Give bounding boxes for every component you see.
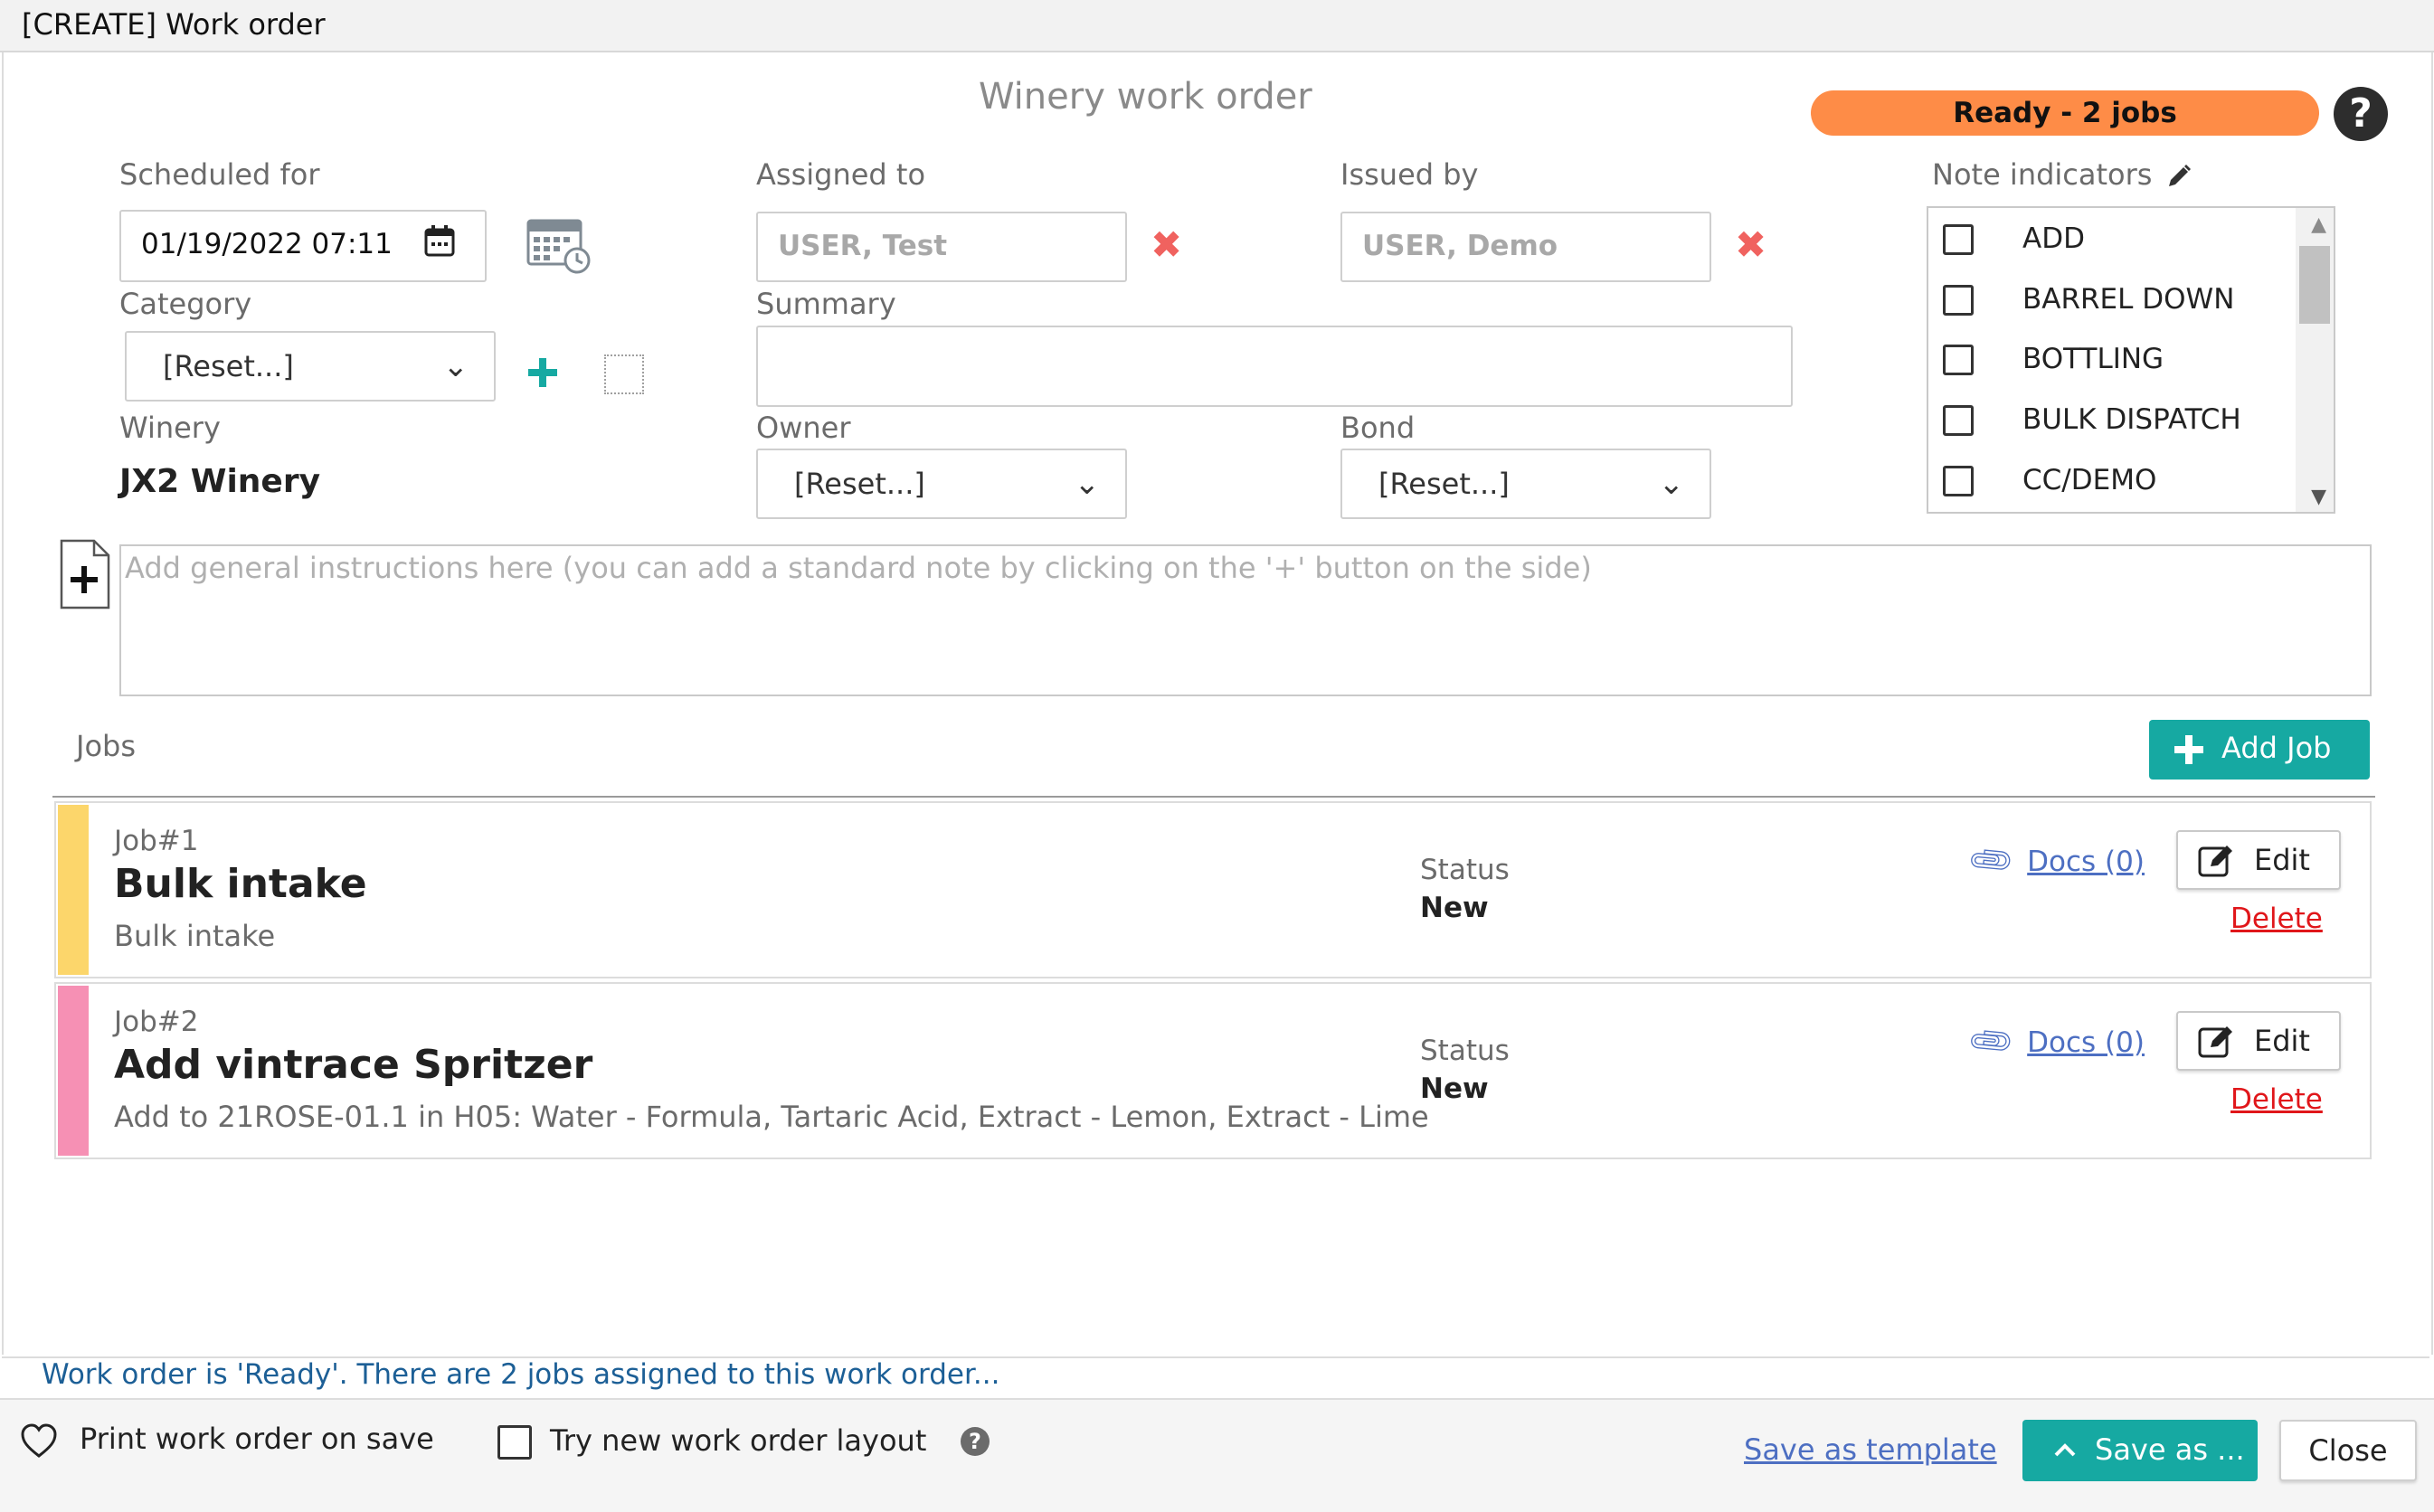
note-indicator-checkbox[interactable] [1943,345,1974,375]
job-title: Add vintrace Spritzer [114,1042,593,1088]
job-title: Bulk intake [114,861,367,907]
note-indicators-label: Note indicators [1932,157,2192,192]
layout-help-icon[interactable]: ? [961,1427,990,1456]
chevron-down-icon: ⌄ [1074,466,1101,502]
print-on-save-label[interactable]: Print work order on save [80,1422,434,1456]
schedule-calendar-icon[interactable] [526,215,592,275]
scheduled-for-value: 01/19/2022 07:11 [141,228,393,260]
category-label: Category [119,287,252,321]
job-docs-link[interactable]: 📎︎ Docs (0) [1965,835,2145,887]
job-status-value: New [1420,892,1489,924]
paperclip-icon: 📎︎ [1965,834,2018,888]
category-color-swatch[interactable] [604,354,644,394]
owner-label: Owner [756,411,851,445]
owner-select[interactable]: [Reset...] ⌄ [756,449,1127,519]
clear-assigned-icon[interactable]: ✖ [1151,222,1182,267]
bond-select[interactable]: [Reset...] ⌄ [1340,449,1711,519]
jobs-section-label: Jobs [76,729,136,763]
general-instructions-textarea[interactable]: Add general instructions here (you can a… [119,544,2372,696]
job-docs-link[interactable]: 📎︎ Docs (0) [1965,1016,2145,1068]
job-delete-link[interactable]: Delete [2230,1083,2323,1116]
status-message: Work order is 'Ready'. There are 2 jobs … [42,1358,1000,1391]
job-delete-link[interactable]: Delete [2230,902,2323,935]
note-indicator-checkbox[interactable] [1943,285,1974,316]
job-status-value: New [1420,1073,1489,1105]
paperclip-icon: 📎︎ [1965,1015,2018,1069]
summary-input[interactable] [756,326,1793,407]
add-standard-note-icon[interactable] [60,539,110,610]
note-indicators-list[interactable]: ADD BARREL DOWN BOTTLING BULK DISPATCH C… [1927,206,2335,514]
clear-issued-icon[interactable]: ✖ [1735,222,1766,267]
status-badge: Ready - 2 jobs [1811,90,2319,136]
job-number: Job#1 [114,825,199,857]
chevron-down-icon: ⌄ [442,348,469,384]
add-job-label: Add Job [2221,731,2332,765]
note-indicator-checkbox[interactable] [1943,224,1974,255]
bond-value: [Reset...] [1378,467,1510,501]
issued-by-input[interactable]: USER, Demo [1340,212,1711,282]
help-icon[interactable]: ? [2334,87,2388,141]
plus-icon [2174,735,2203,764]
note-list-scrollbar[interactable]: ▲ ▼ [2296,208,2334,512]
job-status-label: Status [1420,854,1510,886]
job-color-stripe [58,805,89,975]
winery-value: JX2 Winery [119,463,321,500]
date-picker-icon[interactable] [423,224,456,259]
instructions-placeholder: Add general instructions here (you can a… [125,551,1592,585]
close-button[interactable]: Close [2279,1420,2417,1481]
save-as-button[interactable]: Save as ... [2022,1420,2258,1481]
chevron-down-icon: ⌄ [1658,466,1685,502]
add-job-button[interactable]: Add Job [2149,720,2370,780]
job-color-stripe [58,986,89,1156]
edit-icon [2198,1026,2232,1058]
heart-icon[interactable] [20,1423,58,1460]
jobs-divider [52,796,2375,798]
assigned-to-label: Assigned to [756,157,926,192]
note-indicator-checkbox[interactable] [1943,405,1974,436]
summary-label: Summary [756,287,896,321]
assigned-to-input[interactable]: USER, Test [756,212,1127,282]
job-edit-button[interactable]: Edit [2176,830,2341,890]
pencil-icon[interactable] [2165,163,2192,190]
owner-value: [Reset...] [794,467,925,501]
try-new-layout-checkbox[interactable] [497,1425,532,1460]
winery-label: Winery [119,411,221,445]
job-card: Job#1 Bulk intake Bulk intake Status New… [54,801,2372,978]
edit-icon [2198,846,2232,877]
scroll-thumb[interactable] [2299,246,2330,324]
job-description: Add to 21ROSE-01.1 in H05: Water - Formu… [114,1100,1429,1134]
job-edit-button[interactable]: Edit [2176,1011,2341,1071]
form-heading: Winery work order [979,76,1312,118]
chevron-up-icon [2054,1443,2076,1457]
try-new-layout-label[interactable]: Try new work order layout [550,1423,926,1458]
job-card: Job#2 Add vintrace Spritzer Add to 21ROS… [54,982,2372,1159]
category-value: [Reset...] [163,349,294,383]
category-select[interactable]: [Reset...] ⌄ [125,331,496,402]
issued-by-label: Issued by [1340,157,1479,192]
job-status-label: Status [1420,1035,1510,1067]
scroll-down-arrow-icon[interactable]: ▼ [2311,486,2326,508]
save-as-label: Save as ... [2095,1432,2245,1467]
add-category-icon[interactable] [526,356,559,389]
job-number: Job#2 [114,1006,199,1038]
issued-by-value: USER, Demo [1362,230,1558,262]
assigned-to-value: USER, Test [778,230,948,262]
save-as-template-link[interactable]: Save as template [1744,1432,1997,1467]
window-title: [CREATE] Work order [22,7,326,42]
note-indicator-checkbox[interactable] [1943,466,1974,496]
bond-label: Bond [1340,411,1416,445]
scheduled-for-label: Scheduled for [119,157,320,192]
scheduled-for-input[interactable]: 01/19/2022 07:11 [119,210,487,282]
window-titlebar: [CREATE] Work order [0,0,2434,52]
job-description: Bulk intake [114,919,276,953]
scroll-up-arrow-icon[interactable]: ▲ [2311,213,2326,236]
